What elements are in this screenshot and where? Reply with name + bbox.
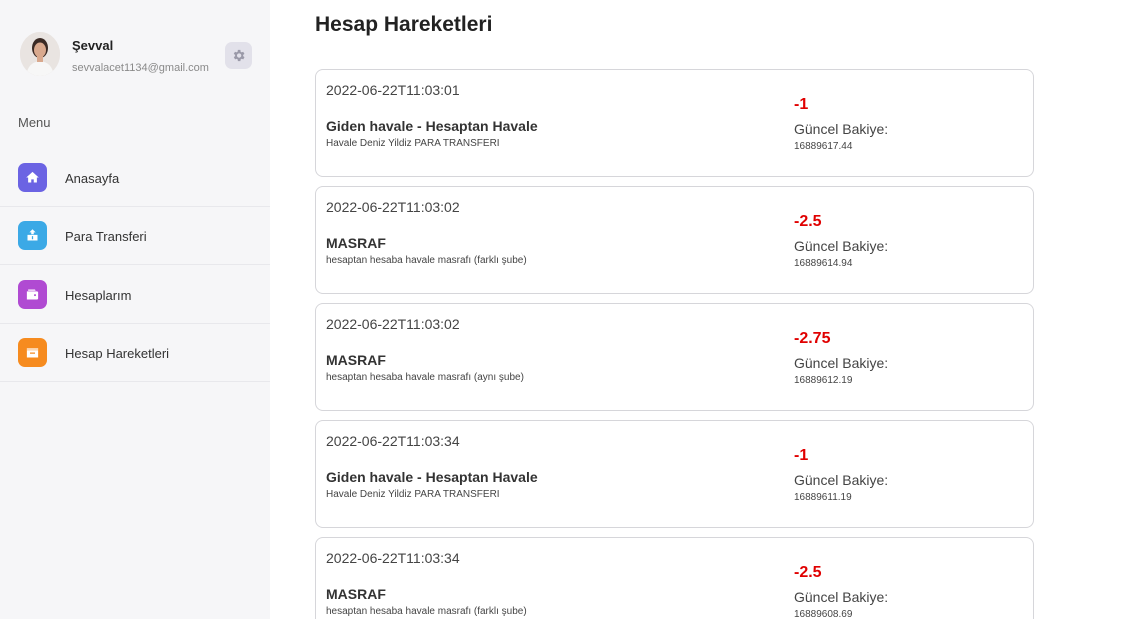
avatar[interactable] bbox=[20, 32, 60, 76]
balance-value: 16889611.19 bbox=[794, 492, 852, 503]
balance-label: Güncel Bakiye: bbox=[794, 121, 889, 137]
balance-label: Güncel Bakiye: bbox=[794, 238, 889, 254]
user-profile: Şevval sevvalacet1134@gmail.com bbox=[20, 32, 260, 80]
transaction-title: Giden havale - Hesaptan Havale bbox=[326, 469, 538, 485]
transaction-description: hesaptan hesaba havale masrafı (farklı ş… bbox=[326, 606, 527, 617]
transaction-date: 2022-06-22T11:03:34 bbox=[326, 433, 460, 449]
balance-label: Güncel Bakiye: bbox=[794, 355, 889, 371]
transaction-title: MASRAF bbox=[326, 235, 386, 251]
balance-value: 16889617.44 bbox=[794, 141, 853, 152]
sidebar-item-label: Hesap Hareketleri bbox=[65, 346, 170, 361]
transaction-amount: -2.5 bbox=[794, 213, 822, 230]
sidebar-item-label: Anasayfa bbox=[65, 171, 120, 186]
settings-button[interactable] bbox=[225, 42, 252, 69]
sidebar-item-label: Hesaplarım bbox=[65, 288, 132, 303]
sidebar: Şevval sevvalacet1134@gmail.com Menu Ana… bbox=[0, 0, 270, 619]
transaction-date: 2022-06-22T11:03:01 bbox=[326, 82, 460, 98]
transaction-amount: -1 bbox=[794, 447, 809, 464]
transaction-date: 2022-06-22T11:03:02 bbox=[326, 316, 460, 332]
calendar-icon bbox=[18, 338, 47, 367]
home-icon bbox=[18, 163, 47, 192]
transaction-description: hesaptan hesaba havale masrafı (farklı ş… bbox=[326, 255, 527, 266]
balance-label: Güncel Bakiye: bbox=[794, 589, 889, 605]
main-content: Hesap Hareketleri 2022-06-22T11:03:01 Gi… bbox=[270, 0, 1136, 619]
balance-value: 16889614.94 bbox=[794, 258, 853, 269]
sidebar-item-hesap-hareketleri[interactable]: Hesap Hareketleri bbox=[0, 324, 270, 382]
user-name: Şevval bbox=[72, 38, 114, 53]
transaction-amount: -2.75 bbox=[794, 330, 831, 347]
balance-value: 16889612.19 bbox=[794, 375, 853, 386]
transaction-amount: -1 bbox=[794, 96, 809, 113]
wallet-icon bbox=[18, 280, 47, 309]
transaction-card: 2022-06-22T11:03:34 MASRAF hesaptan hesa… bbox=[315, 537, 1034, 619]
transaction-description: Havale Deniz Yildiz PARA TRANSFERI bbox=[326, 489, 500, 500]
transaction-description: Havale Deniz Yildiz PARA TRANSFERI bbox=[326, 138, 500, 149]
transaction-card: 2022-06-22T11:03:34 Giden havale - Hesap… bbox=[315, 420, 1034, 528]
sidebar-item-hesaplarim[interactable]: Hesaplarım bbox=[0, 266, 270, 324]
transaction-title: MASRAF bbox=[326, 586, 386, 602]
gear-icon bbox=[233, 49, 245, 62]
transfer-icon bbox=[18, 221, 47, 250]
transaction-card: 2022-06-22T11:03:02 MASRAF hesaptan hesa… bbox=[315, 303, 1034, 411]
menu-label: Menu bbox=[18, 115, 51, 130]
balance-label: Güncel Bakiye: bbox=[794, 472, 889, 488]
page-title: Hesap Hareketleri bbox=[315, 13, 493, 36]
sidebar-item-anasayfa[interactable]: Anasayfa bbox=[0, 149, 270, 207]
transaction-title: Giden havale - Hesaptan Havale bbox=[326, 118, 538, 134]
balance-value: 16889608.69 bbox=[794, 609, 853, 619]
transaction-card: 2022-06-22T11:03:02 MASRAF hesaptan hesa… bbox=[315, 186, 1034, 294]
transaction-date: 2022-06-22T11:03:02 bbox=[326, 199, 460, 215]
transaction-amount: -2.5 bbox=[794, 564, 822, 581]
transaction-date: 2022-06-22T11:03:34 bbox=[326, 550, 460, 566]
transaction-card: 2022-06-22T11:03:01 Giden havale - Hesap… bbox=[315, 69, 1034, 177]
sidebar-item-label: Para Transferi bbox=[65, 229, 147, 244]
user-email: sevvalacet1134@gmail.com bbox=[72, 62, 209, 74]
transaction-title: MASRAF bbox=[326, 352, 386, 368]
transaction-description: hesaptan hesaba havale masrafı (aynı şub… bbox=[326, 372, 524, 383]
sidebar-item-para-transferi[interactable]: Para Transferi bbox=[0, 207, 270, 265]
